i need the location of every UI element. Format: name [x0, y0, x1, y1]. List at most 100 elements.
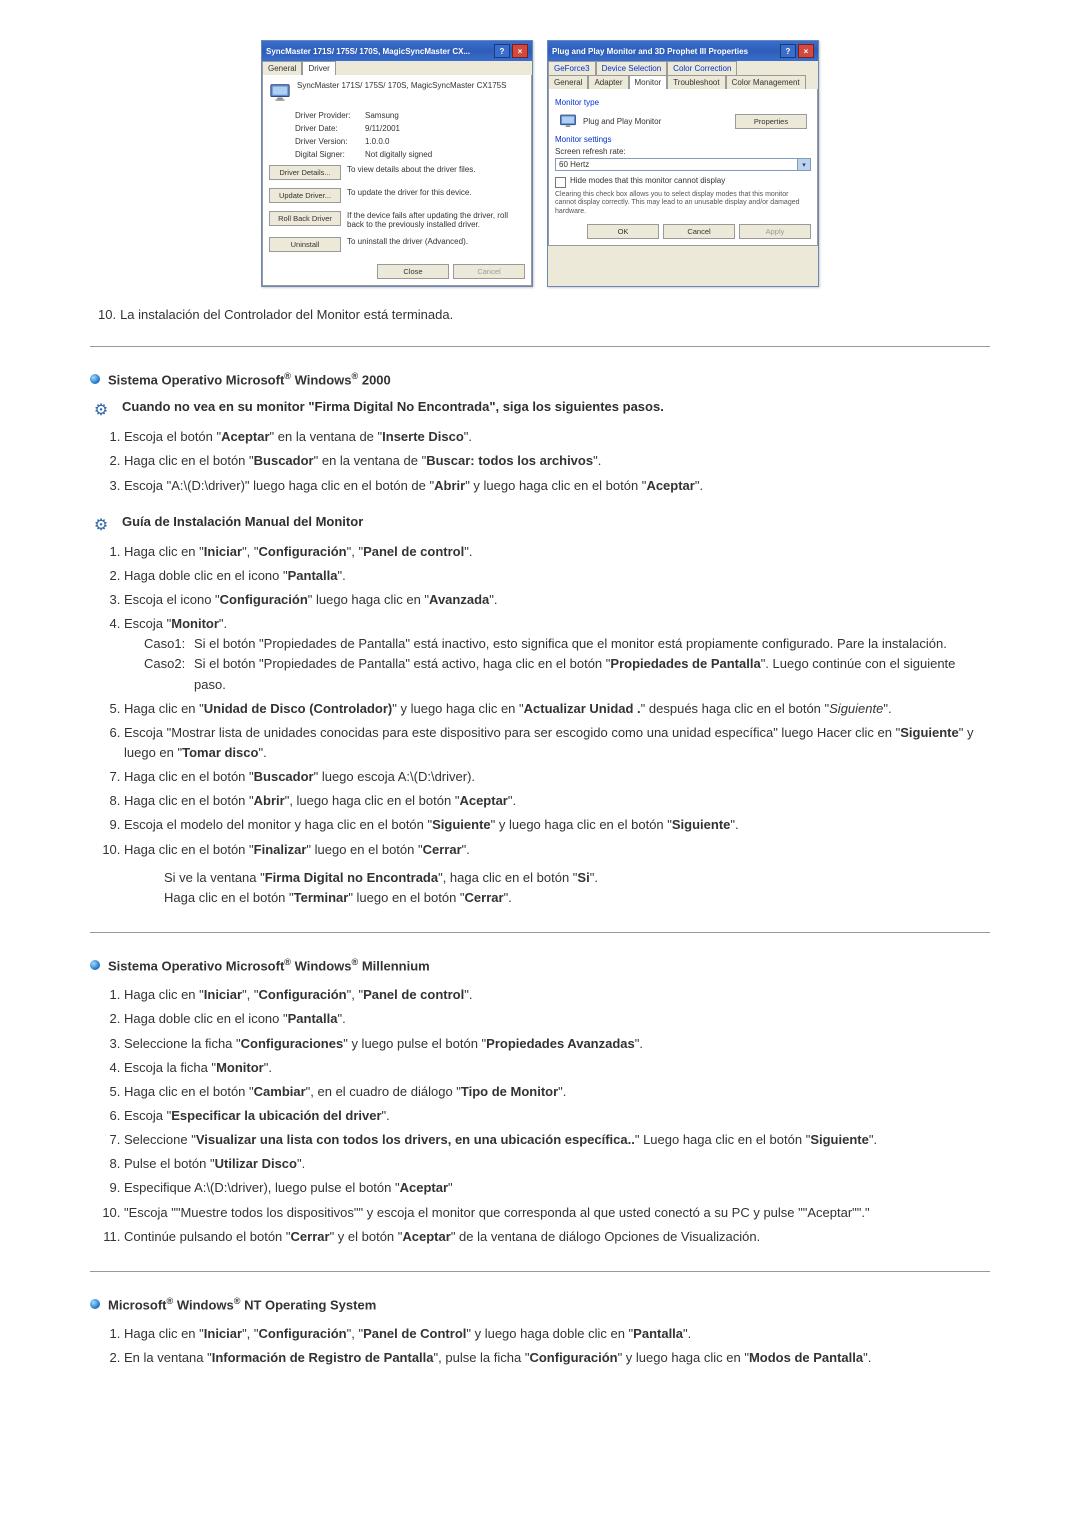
desc: To update the driver for this device. — [347, 188, 525, 203]
manual-steps-list: Haga clic en "Iniciar", "Configuración",… — [90, 542, 990, 908]
subsection-heading: ⚙ Cuando no vea en su monitor "Firma Dig… — [90, 399, 990, 421]
update-driver-button[interactable]: Update Driver... — [269, 188, 341, 203]
tab-general[interactable]: General — [262, 61, 302, 75]
close-icon[interactable]: × — [798, 44, 814, 58]
driver-properties-dialog: SyncMaster 171S/ 175S/ 170S, MagicSyncMa… — [261, 40, 533, 287]
monitor-icon — [269, 81, 291, 103]
me-steps-list: Haga clic en "Iniciar", "Configuración",… — [90, 985, 990, 1247]
properties-button[interactable]: Properties — [735, 114, 807, 129]
uninstall-button[interactable]: Uninstall — [269, 237, 341, 252]
tab-device-selection[interactable]: Device Selection — [596, 61, 668, 75]
list-item: Escoja "A:\(D:\driver)" luego haga clic … — [124, 476, 990, 496]
help-icon[interactable]: ? — [780, 44, 796, 58]
label: Driver Date: — [295, 124, 365, 133]
close-button[interactable]: Close — [377, 264, 449, 279]
gear-icon: ⚙ — [90, 514, 112, 536]
subsection-heading: ⚙ Guía de Instalación Manual del Monitor — [90, 514, 990, 536]
tabs: General Driver — [262, 61, 532, 75]
list-item: Haga clic en el botón "Buscador" luego e… — [124, 767, 990, 787]
list-item: Haga doble clic en el icono "Pantalla". — [124, 1009, 990, 1029]
hide-modes-checkbox[interactable] — [555, 177, 566, 188]
titlebar: SyncMaster 171S/ 175S/ 170S, MagicSyncMa… — [262, 41, 532, 61]
rollback-driver-button[interactable]: Roll Back Driver — [269, 211, 341, 226]
group-monitor-type: Monitor type — [555, 98, 811, 107]
bullet-icon — [90, 1299, 100, 1309]
gear-icon: ⚙ — [90, 399, 112, 421]
cancel-button[interactable]: Cancel — [663, 224, 735, 239]
list-item: Haga clic en el botón "Cambiar", en el c… — [124, 1082, 990, 1102]
value: 1.0.0.0 — [365, 137, 389, 146]
value: Samsung — [365, 111, 399, 120]
monitor-name: Plug and Play Monitor — [583, 117, 661, 126]
desc: If the device fails after updating the d… — [347, 211, 525, 229]
list-item: Seleccione la ficha "Configuraciones" y … — [124, 1034, 990, 1054]
list-item: Haga clic en "Iniciar", "Configuración",… — [124, 985, 990, 1005]
ok-button[interactable]: OK — [587, 224, 659, 239]
desc: To view details about the driver files. — [347, 165, 525, 180]
help-icon[interactable]: ? — [494, 44, 510, 58]
list-item: Haga clic en el botón "Buscador" en la v… — [124, 451, 990, 471]
label: Driver Provider: — [295, 111, 365, 120]
close-icon[interactable]: × — [512, 44, 528, 58]
warning-text: Clearing this check box allows you to se… — [555, 191, 811, 216]
titlebar-text: SyncMaster 171S/ 175S/ 170S, MagicSyncMa… — [266, 47, 492, 56]
monitor-properties-dialog: Plug and Play Monitor and 3D Prophet III… — [547, 40, 819, 287]
list-item: Escoja "Especificar la ubicación del dri… — [124, 1106, 990, 1126]
titlebar-text: Plug and Play Monitor and 3D Prophet III… — [552, 47, 778, 56]
apply-button: Apply — [739, 224, 811, 239]
sub-title: Guía de Instalación Manual del Monitor — [122, 514, 363, 529]
list-item: "Escoja ""Muestre todos los dispositivos… — [124, 1203, 990, 1223]
list-item: Escoja el botón "Aceptar" en la ventana … — [124, 427, 990, 447]
dialog-body: Monitor type Plug and Play Monitor Prope… — [548, 89, 818, 246]
refresh-rate-select[interactable]: 60 Hertz ▾ — [555, 158, 811, 171]
refresh-rate-value: 60 Hertz — [559, 160, 589, 169]
tab-geforce[interactable]: GeForce3 — [548, 61, 596, 75]
tab-color-mgmt[interactable]: Color Management — [726, 75, 806, 89]
bullet-icon — [90, 374, 100, 384]
hide-modes-label: Hide modes that this monitor cannot disp… — [570, 176, 725, 185]
section-heading-win2000: Sistema Operativo Microsoft® Windows® 20… — [90, 371, 990, 387]
list-item: Haga clic en el botón "Finalizar" luego … — [124, 840, 990, 908]
titlebar: Plug and Play Monitor and 3D Prophet III… — [548, 41, 818, 61]
list-item: Especifique A:\(D:\driver), luego pulse … — [124, 1178, 990, 1198]
list-item: Seleccione "Visualizar una lista con tod… — [124, 1130, 990, 1150]
device-name: SyncMaster 171S/ 175S/ 170S, MagicSyncMa… — [297, 81, 506, 90]
steps-list: Escoja el botón "Aceptar" en la ventana … — [90, 427, 990, 495]
driver-details-button[interactable]: Driver Details... — [269, 165, 341, 180]
list-item: Pulse el botón "Utilizar Disco". — [124, 1154, 990, 1174]
section-heading-winme: Sistema Operativo Microsoft® Windows® Mi… — [90, 957, 990, 973]
tab-driver[interactable]: Driver — [302, 61, 335, 75]
tab-adapter[interactable]: Adapter — [588, 75, 628, 89]
list-item: Haga clic en "Iniciar", "Configuración",… — [124, 1324, 990, 1344]
list-item: Escoja el modelo del monitor y haga clic… — [124, 815, 990, 835]
step-text: La instalación del Controlador del Monit… — [120, 307, 453, 322]
tabs-row-1: GeForce3 Device Selection Color Correcti… — [548, 61, 818, 75]
list-item: Continúe pulsando el botón "Cerrar" y el… — [124, 1227, 990, 1247]
list-item: Escoja la ficha "Monitor". — [124, 1058, 990, 1078]
list-item: Escoja el icono "Configuración" luego ha… — [124, 590, 990, 610]
group-monitor-settings: Monitor settings — [555, 135, 811, 144]
tab-troubleshoot[interactable]: Troubleshoot — [667, 75, 725, 89]
list-item: Escoja "Mostrar lista de unidades conoci… — [124, 723, 990, 763]
tab-general[interactable]: General — [548, 75, 588, 89]
divider — [90, 1271, 990, 1272]
list-item: Haga clic en "Unidad de Disco (Controlad… — [124, 699, 990, 719]
label: Digital Signer: — [295, 150, 365, 159]
list-item: Escoja "Monitor". Caso1:Si el botón "Pro… — [124, 614, 990, 695]
value: 9/11/2001 — [365, 124, 400, 133]
divider — [90, 346, 990, 347]
sub-title: Cuando no vea en su monitor "Firma Digit… — [122, 399, 664, 414]
tab-monitor[interactable]: Monitor — [629, 75, 668, 89]
tab-color-correction[interactable]: Color Correction — [667, 61, 737, 75]
tabs-row-2: General Adapter Monitor Troubleshoot Col… — [548, 75, 818, 89]
label: Driver Version: — [295, 137, 365, 146]
document-page: SyncMaster 171S/ 175S/ 170S, MagicSyncMa… — [30, 0, 1050, 1426]
dialog-screenshots: SyncMaster 171S/ 175S/ 170S, MagicSyncMa… — [90, 40, 990, 287]
list-item: Haga doble clic en el icono "Pantalla". — [124, 566, 990, 586]
cancel-button: Cancel — [453, 264, 525, 279]
list-item: Haga clic en el botón "Abrir", luego hag… — [124, 791, 990, 811]
list-item: En la ventana "Información de Registro d… — [124, 1348, 990, 1368]
divider — [90, 932, 990, 933]
monitor-icon — [559, 112, 577, 130]
list-item: Haga clic en "Iniciar", "Configuración",… — [124, 542, 990, 562]
